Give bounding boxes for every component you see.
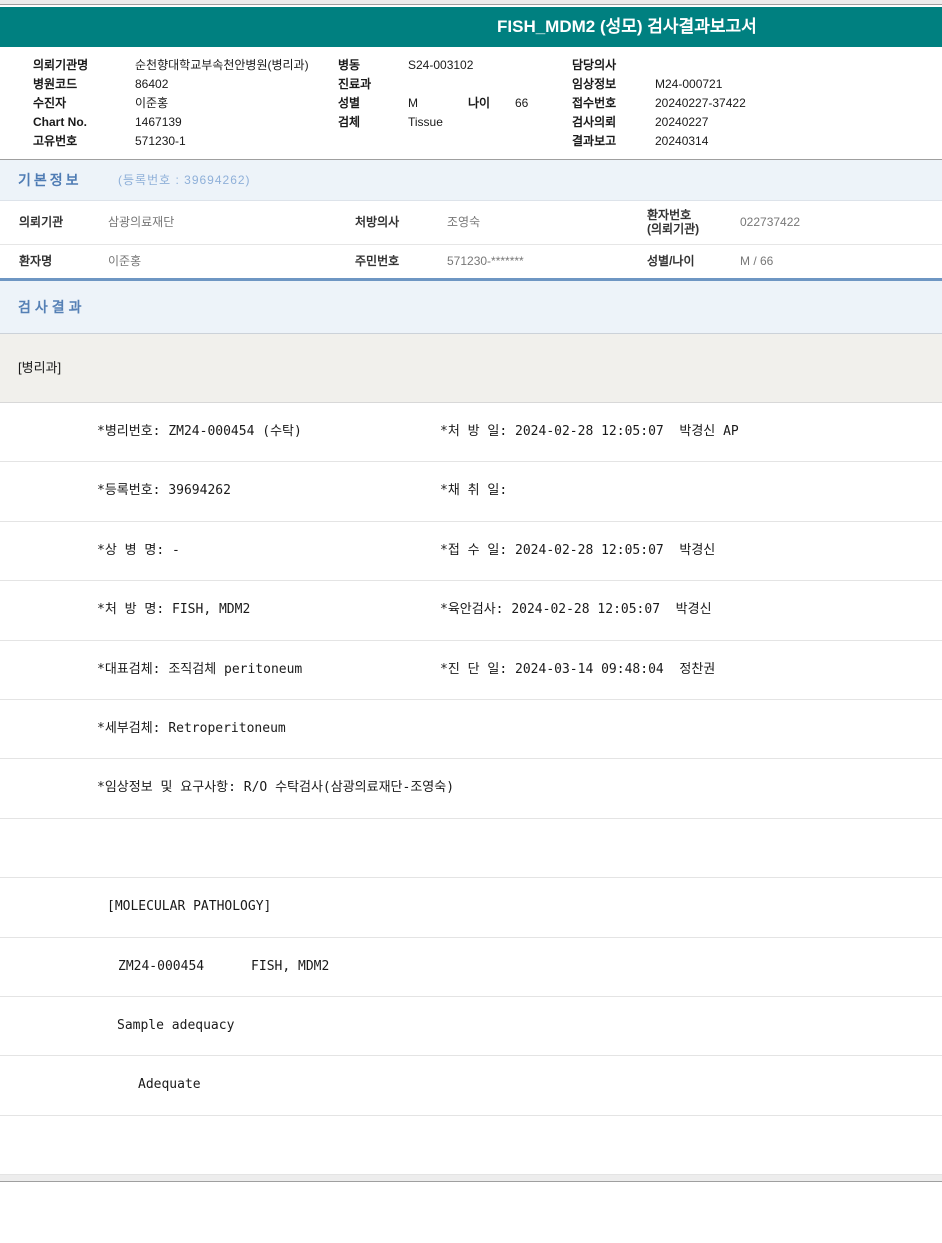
value-ward: S24-003102 [408,58,474,72]
value-clinical-info: M24-000721 [655,77,723,91]
basic-info-reg-note: (등록번호 : 39694262) [118,173,251,187]
label-sex-age: 성별/나이 [647,254,695,268]
result-row-detail-specimen: *세부검체: Retroperitoneum [0,699,942,760]
result-left: Sample adequacy [117,1017,235,1033]
basic-info-row-2: 환자명 이준홍 주민번호 571230-******* 성별/나이 M / 66 [0,245,942,278]
label-test-request-date: 검사의뢰 [572,115,617,129]
result-left: ZM24-000454 FISH, MDM2 [118,958,330,974]
value-patient-no: 022737422 [740,215,801,229]
label-clinical-info: 임상정보 [572,77,617,91]
result-row-sample-adequacy: Sample adequacy [0,996,942,1057]
basic-info-section-header: 기본정보 (등록번호 : 39694262) [0,159,942,201]
value-chart-no: 1467139 [135,115,182,129]
result-right: *육안검사: 2024-02-28 12:05:07 박경신 [440,602,712,618]
label-sex: 성별 [338,96,361,110]
label-department: 진료과 [338,77,372,91]
value-sex: M [408,96,418,110]
label-prescribing-doctor: 처방의사 [355,215,400,229]
value-age: 66 [515,96,529,110]
result-left: *상 병 명: - [97,542,180,558]
report-title: FISH_MDM2 (성모) 검사결과보고서 [497,17,757,36]
top-window-strip [0,0,942,5]
result-row-adequate: Adequate [0,1056,942,1116]
label-referring-org: 의뢰기관 [19,215,64,229]
result-row-clinical-request: *임상정보 및 요구사항: R/O 수탁검사(삼광의료재단-조영숙) [0,759,942,819]
results-section-header: 검사결과 [0,281,942,334]
result-left: *등록번호: 39694262 [97,483,231,499]
label-attending-doctor: 담당의사 [572,58,617,72]
value-patient-name-2: 이준홍 [108,254,142,268]
label-age: 나이 [468,96,491,110]
report-page: FISH_MDM2 (성모) 검사결과보고서 의뢰기관명 순천향대학교부속천안병… [0,0,942,1243]
label-patient-no-line2: (의뢰기관) [647,222,700,236]
results-title: 검사결과 [18,299,86,315]
value-test-request-date: 20240227 [655,115,709,129]
value-referring-org: 삼광의료재단 [108,215,175,229]
result-left: *세부검체: Retroperitoneum [97,720,286,736]
label-specimen: 검체 [338,115,361,129]
label-patient-name: 수진자 [33,96,67,110]
result-right: *진 단 일: 2024-03-14 09:48:04 정찬권 [440,661,716,677]
value-resident-reg-no: 571230-******* [447,254,524,268]
label-ward: 병동 [338,58,361,72]
label-requesting-org-name: 의뢰기관명 [33,58,89,72]
result-left: *병리번호: ZM24-000454 (수탁) [97,424,302,439]
value-patient-name: 이준홍 [135,96,169,110]
result-row-diagnosis-name: *상 병 명: - *접 수 일: 2024-02-28 12:05:07 박경… [0,521,942,582]
result-row-representative-specimen: *대표검체: 조직검체 peritoneum *진 단 일: 2024-03-1… [0,640,942,700]
value-prescribing-doctor: 조영숙 [447,215,481,229]
department-band: [병리과] [0,334,942,403]
value-unique-no: 571230-1 [135,134,186,148]
result-left: Adequate [138,1077,201,1093]
report-title-bar: FISH_MDM2 (성모) 검사결과보고서 [0,7,942,47]
label-resident-reg-no: 주민번호 [355,254,400,268]
label-unique-no: 고유번호 [33,134,78,148]
basic-info-row-1: 의뢰기관 삼광의료재단 처방의사 조영숙 환자번호 (의뢰기관) 0227374… [0,201,942,245]
label-hospital-code: 병원코드 [33,77,78,91]
value-hospital-code: 86402 [135,77,169,91]
result-rows: *병리번호: ZM24-000454 (수탁) *처 방 일: 2024-02-… [0,403,942,1176]
result-row-order-name: *처 방 명: FISH, MDM2 *육안검사: 2024-02-28 12:… [0,581,942,641]
value-accession-no: 20240227-37422 [655,96,746,110]
result-row-pathology-no: *병리번호: ZM24-000454 (수탁) *처 방 일: 2024-02-… [0,403,942,463]
result-left: *임상정보 및 요구사항: R/O 수탁검사(삼광의료재단-조영숙) [97,780,455,796]
result-left: [MOLECULAR PATHOLOGY] [107,899,272,915]
result-left: *대표검체: 조직검체 peritoneum [97,661,303,677]
result-right: *채 취 일: [440,483,508,499]
result-left: *처 방 명: FISH, MDM2 [97,602,251,618]
label-patient-no-line1: 환자번호 [647,208,692,222]
result-row-registration-no: *등록번호: 39694262 *채 취 일: [0,462,942,522]
label-patient-name-2: 환자명 [19,254,53,268]
result-right: *접 수 일: 2024-02-28 12:05:07 박경신 [440,542,716,558]
result-row-molecular-pathology-heading: [MOLECULAR PATHOLOGY] [0,878,942,938]
basic-info-title: 기본정보 [18,172,82,188]
label-chart-no: Chart No. [33,115,87,129]
value-requesting-org-name: 순천향대학교부속천안병원(병리과) [135,58,309,72]
value-sex-age: M / 66 [740,254,774,268]
bottom-window-strip [0,1175,942,1182]
value-result-report-date: 20240314 [655,134,709,148]
result-row-empty-1 [0,818,942,879]
result-right: *처 방 일: 2024-02-28 12:05:07 박경신 AP [440,424,739,439]
value-specimen: Tissue [408,115,443,129]
label-result-report-date: 결과보고 [572,134,617,148]
result-row-empty-2 [0,1115,942,1176]
label-accession-no: 접수번호 [572,96,617,110]
department-name: [병리과] [18,360,62,375]
result-row-test-id: ZM24-000454 FISH, MDM2 [0,937,942,997]
